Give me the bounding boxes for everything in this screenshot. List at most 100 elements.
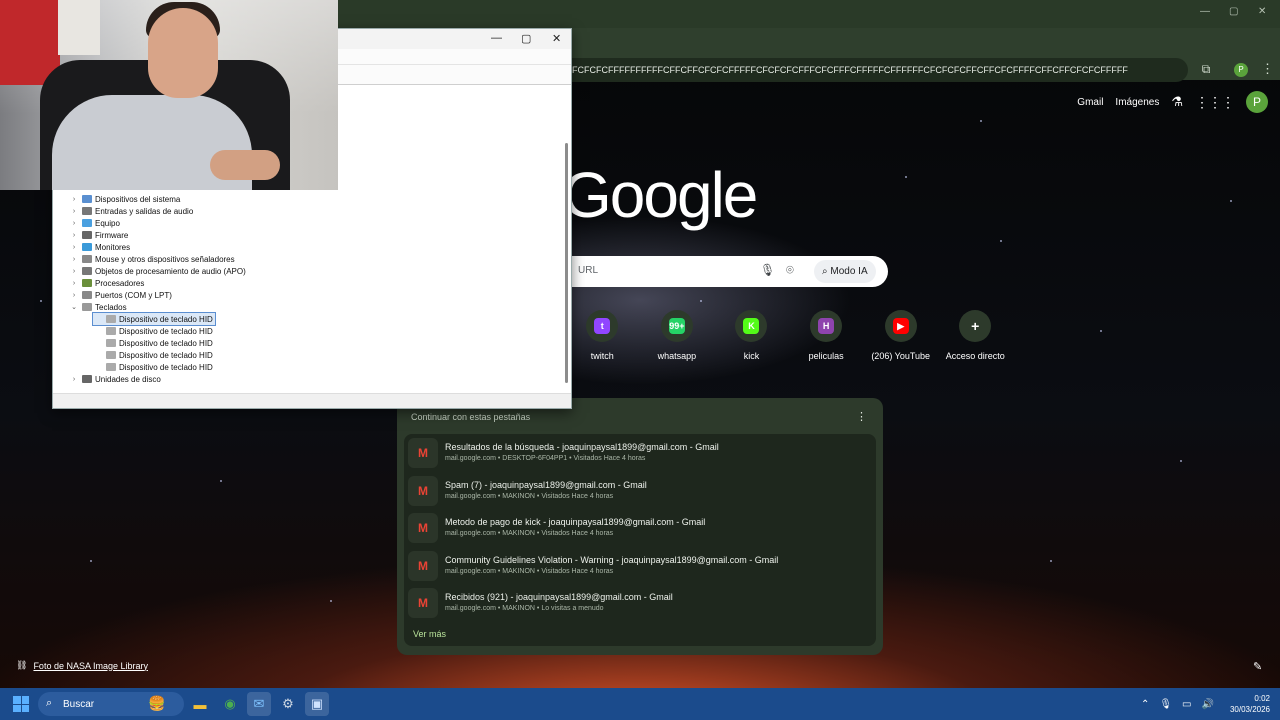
- see-more-link[interactable]: Ver más: [413, 629, 446, 639]
- device-category[interactable]: ⌄ Teclados: [69, 301, 127, 313]
- device-category[interactable]: › Mouse y otros dispositivos señaladores: [69, 253, 235, 265]
- shortcut-tile[interactable]: t twitch: [565, 310, 640, 361]
- continue-tabs-title: Continuar con estas pestañas: [411, 412, 531, 422]
- shortcut-glyph: K: [743, 318, 760, 334]
- device-item[interactable]: Dispositivo de teclado HID: [93, 361, 213, 373]
- device-category[interactable]: › Dispositivos del sistema: [69, 193, 181, 205]
- address-bar[interactable]: FCFCFCFFFFFFFFFFCFFCFFCFCFCFFFFFCFCFCFCF…: [560, 58, 1188, 82]
- lens-camera-icon[interactable]: ⌾: [786, 262, 794, 278]
- ai-mode-button[interactable]: ⌕ Modo IA: [814, 260, 876, 283]
- expand-chevron-icon[interactable]: ›: [69, 232, 79, 239]
- card-menu-icon[interactable]: ⋮: [856, 410, 867, 423]
- dm-minimize-icon[interactable]: —: [491, 32, 502, 44]
- microphone-tray-icon[interactable]: 🎙: [1159, 699, 1172, 710]
- outlook-icon[interactable]: ✉: [247, 692, 271, 716]
- clock-date: 30/03/2026: [1229, 705, 1270, 714]
- expand-chevron-icon[interactable]: ›: [69, 196, 79, 203]
- continue-tabs-list: M Resultados de la búsqueda - joaquinpays…: [404, 434, 876, 646]
- star: [1230, 200, 1232, 202]
- continue-tab-row[interactable]: M Spam (7) - joaquinpaysal1899@gmail.com …: [404, 472, 876, 510]
- continue-tab-row[interactable]: M Metodo de pago de kick - joaquinpaysal1…: [404, 509, 876, 547]
- shortcut-tile[interactable]: ▶ (206) YouTube: [863, 310, 938, 361]
- shortcut-tile[interactable]: 99+ whatsapp: [640, 310, 715, 361]
- continue-tab-row[interactable]: M Recibidos (921) - joaquinpaysal1899@gma…: [404, 584, 876, 622]
- credit-link[interactable]: Foto de NASA Image Library: [33, 661, 148, 671]
- profile-avatar-small[interactable]: P: [1234, 63, 1248, 77]
- device-item[interactable]: Dispositivo de teclado HID: [92, 312, 216, 326]
- tray-chevron-icon[interactable]: ⌃: [1141, 699, 1149, 710]
- device-category[interactable]: › Firmware: [69, 229, 129, 241]
- close-icon[interactable]: ✕: [1258, 6, 1266, 17]
- device-item[interactable]: Dispositivo de teclado HID: [93, 337, 213, 349]
- shortcut-glyph: H: [818, 318, 835, 334]
- expand-chevron-icon[interactable]: ›: [69, 376, 79, 383]
- file-explorer-icon[interactable]: ▬: [188, 692, 212, 716]
- device-category[interactable]: › Entradas y salidas de audio: [69, 205, 193, 217]
- system-tray: ⌃ 🎙 ▭ 🔊 0:02 30/03/2026: [1141, 688, 1270, 720]
- microphone-icon[interactable]: 🎙: [760, 263, 775, 277]
- dm-close-icon[interactable]: ✕: [552, 32, 561, 45]
- star: [1050, 560, 1052, 562]
- device-label: Puertos (COM y LPT): [95, 290, 172, 300]
- dm-maximize-icon[interactable]: ▢: [521, 32, 531, 45]
- device-category[interactable]: › Monitores: [69, 241, 130, 253]
- device-category[interactable]: › Puertos (COM y LPT): [69, 289, 172, 301]
- device-category[interactable]: › Equipo: [69, 217, 120, 229]
- expand-chevron-icon[interactable]: ›: [69, 256, 79, 263]
- volume-icon[interactable]: 🔊: [1202, 699, 1214, 710]
- shortcut-label: peliculas: [808, 351, 844, 361]
- apps-grid-icon[interactable]: ⋮⋮⋮: [1195, 94, 1235, 111]
- settings-gear-icon[interactable]: ⚙: [276, 692, 300, 716]
- google-logo: Google: [562, 159, 758, 231]
- expand-chevron-icon[interactable]: ›: [69, 280, 79, 287]
- customize-pencil-icon[interactable]: ✎: [1253, 660, 1262, 673]
- network-icon[interactable]: ▭: [1182, 699, 1191, 710]
- device-item[interactable]: Dispositivo de teclado HID: [93, 325, 213, 337]
- shortcut-tile[interactable]: Kkick: [714, 310, 789, 361]
- extensions-icon[interactable]: ⧉: [1199, 62, 1213, 76]
- device-tree-scrollbar[interactable]: [565, 143, 568, 383]
- expand-chevron-icon[interactable]: ›: [69, 220, 79, 227]
- expand-chevron-icon[interactable]: ›: [69, 292, 79, 299]
- device-icon: [82, 207, 92, 215]
- device-icon: [82, 255, 92, 263]
- continue-tab-row[interactable]: M Resultados de la búsqueda - joaquinpays…: [404, 434, 876, 472]
- continue-tab-subtitle: mail.google.com • MAKINON • Visitados Ha…: [445, 530, 614, 537]
- taskbar: ⌕ Buscar 🍔 ▬ ◉ ✉ ⚙ ▣ ⌃ 🎙 ▭ 🔊 0:02 30/03/…: [0, 688, 1280, 720]
- expand-chevron-icon[interactable]: ›: [69, 268, 79, 275]
- windows-start-icon[interactable]: [13, 696, 29, 712]
- device-category[interactable]: › Unidades de disco: [69, 373, 161, 385]
- background-credit[interactable]: ⛓ Foto de NASA Image Library: [16, 660, 148, 671]
- clock[interactable]: 0:02 30/03/2026: [1230, 693, 1270, 715]
- search-box[interactable]: URL 🎙 ⌾ ⌕ Modo IA: [560, 256, 888, 287]
- device-category[interactable]: › Procesadores: [69, 277, 145, 289]
- profile-avatar[interactable]: P: [1246, 91, 1268, 113]
- expand-chevron-icon[interactable]: ›: [69, 208, 79, 215]
- continue-tab-row[interactable]: M Community Guidelines Violation - Warnin…: [404, 547, 876, 585]
- device-label: Entradas y salidas de audio: [95, 206, 194, 216]
- star: [1180, 460, 1182, 462]
- star: [40, 300, 42, 302]
- continue-tab-subtitle: mail.google.com • MAKINON • Visitados Ha…: [445, 567, 614, 575]
- taskbar-search[interactable]: ⌕ Buscar 🍔: [38, 692, 184, 716]
- star: [330, 600, 332, 602]
- expand-chevron-icon[interactable]: ›: [69, 244, 79, 251]
- expand-chevron-icon[interactable]: ⌄: [69, 303, 79, 311]
- labs-flask-icon[interactable]: ⚗: [1171, 94, 1183, 110]
- images-link[interactable]: Imágenes: [1115, 97, 1159, 108]
- chrome-icon[interactable]: ◉: [218, 692, 242, 716]
- device-icon: [106, 327, 116, 335]
- gmail-link[interactable]: Gmail: [1077, 97, 1103, 108]
- browser-menu-icon[interactable]: ⋮: [1261, 62, 1274, 76]
- maximize-icon[interactable]: ▢: [1229, 6, 1238, 17]
- device-item[interactable]: Dispositivo de teclado HID: [93, 349, 213, 361]
- star: [90, 560, 92, 562]
- device-category[interactable]: › Objetos de procesamiento de audio (APO): [69, 265, 246, 277]
- shortcut-tile[interactable]: Hpeliculas: [789, 310, 864, 361]
- device-manager-taskbar-icon[interactable]: ▣: [305, 692, 329, 716]
- shortcut-tile[interactable]: + Acceso directo: [938, 310, 1013, 361]
- gmail-icon: M: [408, 475, 438, 506]
- shortcut-label: whatsapp: [657, 351, 697, 361]
- minimize-icon[interactable]: —: [1200, 6, 1210, 17]
- device-icon: [106, 315, 116, 323]
